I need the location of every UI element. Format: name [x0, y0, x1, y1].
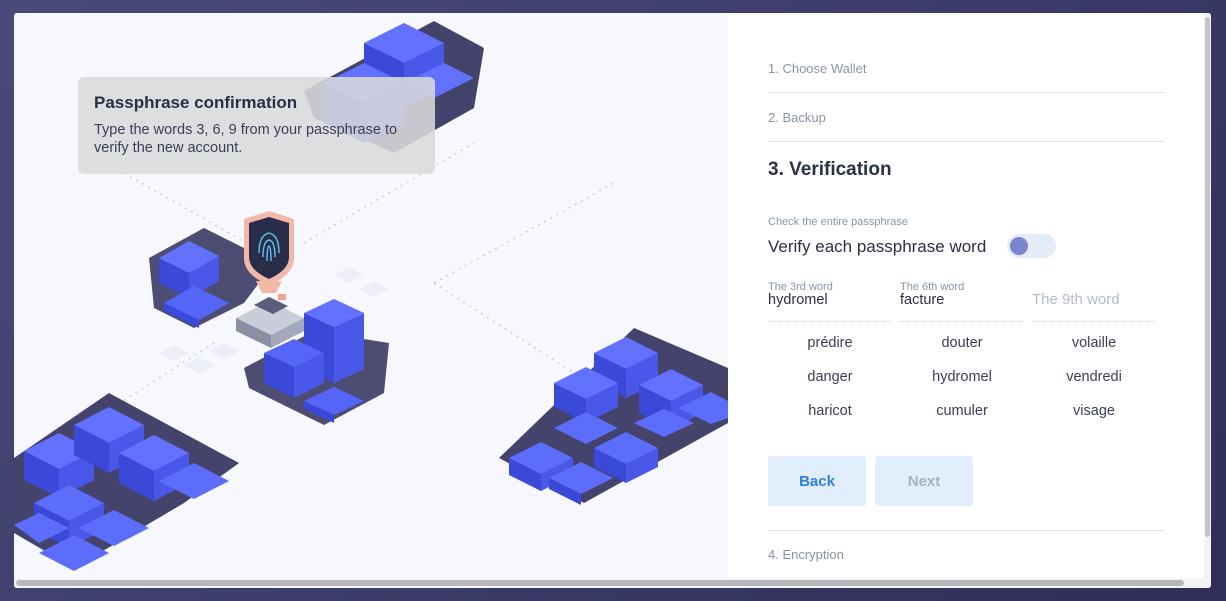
step-divider [768, 92, 1164, 93]
back-button[interactable]: Back [768, 456, 866, 506]
word-option[interactable]: visage [1032, 403, 1156, 419]
word-option[interactable]: danger [768, 369, 892, 385]
toggle-label: Verify each passphrase word [768, 237, 987, 256]
word-option[interactable]: haricot [768, 403, 892, 419]
word-3-field: The 3rd word [768, 281, 892, 322]
vertical-scrollbar[interactable] [1204, 13, 1211, 588]
word-6-field: The 6th word [900, 281, 1024, 322]
vertical-scrollbar-thumb[interactable] [1205, 17, 1210, 537]
word-9-field [1032, 281, 1156, 322]
tooltip-title: Passphrase confirmation [94, 93, 298, 112]
word-6-input[interactable] [900, 292, 1024, 308]
step-backup[interactable]: 2. Backup [768, 110, 1164, 125]
passphrase-tooltip: Passphrase confirmation Type the words 3… [78, 77, 435, 174]
check-entire-passphrase-hint: Check the entire passphrase [768, 216, 909, 228]
word-option[interactable]: volaille [1032, 335, 1156, 351]
step-divider [768, 141, 1164, 142]
next-button[interactable]: Next [875, 456, 973, 506]
verify-each-word-toggle[interactable] [1007, 234, 1056, 258]
step-encryption[interactable]: 4. Encryption [768, 547, 1164, 562]
horizontal-scrollbar[interactable] [14, 578, 1204, 588]
word-option[interactable]: douter [900, 335, 1024, 351]
word-3-input[interactable] [768, 292, 892, 308]
step-choose-wallet[interactable]: 1. Choose Wallet [768, 61, 1164, 76]
word-option[interactable]: cumuler [900, 403, 1024, 419]
block-cluster-bottom-left [14, 393, 239, 571]
toggle-knob [1010, 237, 1028, 255]
word-9-input[interactable] [1032, 292, 1156, 308]
word-option[interactable]: hydromel [900, 369, 1024, 385]
wizard-pane: 1. Choose Wallet 2. Backup 3. Verificati… [728, 13, 1204, 588]
horizontal-scrollbar-thumb[interactable] [16, 580, 1184, 586]
word-option[interactable]: vendredi [1032, 369, 1156, 385]
block-cluster-bottom-right [499, 328, 728, 505]
word-option[interactable]: prédire [768, 335, 892, 351]
tooltip-body: Type the words 3, 6, 9 from your passphr… [94, 122, 398, 156]
app-window: Passphrase confirmation Type the words 3… [14, 13, 1211, 588]
illustration-pane: Passphrase confirmation Type the words 3… [14, 13, 728, 588]
step-verification-title: 3. Verification [768, 159, 892, 180]
step-divider [768, 530, 1164, 531]
